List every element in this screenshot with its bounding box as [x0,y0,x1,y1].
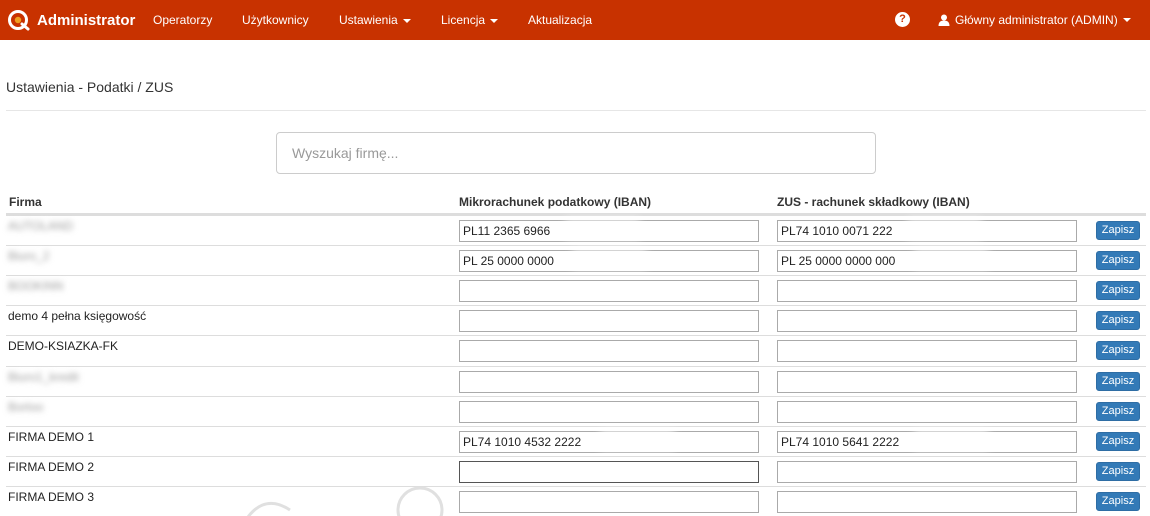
nav-uzytkownicy[interactable]: Użytkownicy [242,0,309,40]
table-row: Biuro_2 Zapisz [6,245,1146,275]
iban-tax-input[interactable] [459,310,759,332]
firma-name: demo 4 pełna księgowość [8,309,147,323]
firma-name: FIRMA DEMO 1 [8,430,95,444]
iban-tax-input[interactable] [459,371,759,393]
save-button[interactable]: Zapisz [1096,432,1140,451]
table-row: Bortoo Zapisz [6,396,1146,426]
save-button[interactable]: Zapisz [1096,372,1140,391]
save-button[interactable]: Zapisz [1096,281,1140,300]
watermark-graphic [246,486,444,516]
iban-tax-input[interactable] [459,461,759,483]
redaction-mask [914,249,989,269]
save-button[interactable]: Zapisz [1096,221,1140,240]
table-row: FIRMA DEMO 2 Zapisz [6,456,1146,486]
firma-name: BOOKINN [8,279,64,293]
user-name: Główny administrator (ADMIN) [955,13,1118,27]
page-title: Ustawienia - Podatki / ZUS [6,79,174,95]
search-input[interactable] [276,132,876,174]
redaction-mask [565,219,640,239]
save-button[interactable]: Zapisz [1096,251,1140,270]
redaction-mask [572,249,647,269]
iban-zus-input[interactable] [777,280,1077,302]
caret-down-icon [1122,18,1131,22]
brand-title: Administrator [37,11,136,29]
caret-down-icon [490,18,499,23]
question-circle-icon[interactable]: ? [895,12,910,27]
firma-name: Bortoo [8,400,44,414]
save-button[interactable]: Zapisz [1096,341,1140,360]
header-iban-zus: ZUS - rachunek składkowy (IBAN) [777,195,970,209]
table-row: demo 4 pełna księgowość Zapisz [6,305,1146,335]
iban-zus-input[interactable] [777,491,1077,513]
firma-name: Biuro1_kredit [8,370,79,384]
table-row: AUTOLAND Zapisz [6,215,1146,245]
divider [6,110,1146,111]
table-row: DEMO-KSIAZKA-FK Zapisz [6,335,1146,365]
iban-zus-input[interactable] [777,340,1077,362]
iban-zus-input[interactable] [777,461,1077,483]
save-button[interactable]: Zapisz [1096,492,1140,511]
header-firma: Firma [9,195,42,209]
iban-zus-input[interactable] [777,310,1077,332]
iban-zus-input[interactable] [777,371,1077,393]
firma-name: FIRMA DEMO 3 [8,490,95,504]
logo-icon [8,10,30,31]
iban-tax-input[interactable] [459,491,759,513]
nav-licencja[interactable]: Licencja [441,0,499,40]
nav-ustawienia[interactable]: Ustawienia [339,0,411,40]
header-iban-tax: Mikrorachunek podatkowy (IBAN) [459,195,652,209]
save-button[interactable]: Zapisz [1096,311,1140,330]
iban-tax-input[interactable] [459,340,759,362]
caret-down-icon [402,18,411,23]
firma-name: Biuro_2 [8,249,50,263]
iban-zus-input[interactable] [777,401,1077,423]
table-row: Biuro1_kredit Zapisz [6,366,1146,396]
save-button[interactable]: Zapisz [1096,462,1140,481]
brand[interactable]: Administrator [8,0,135,40]
firma-name: AUTOLAND [8,219,74,233]
redaction-mask [907,219,982,239]
table-row: FIRMA DEMO 1 Zapisz [6,426,1146,456]
save-button[interactable]: Zapisz [1096,402,1140,421]
nav-operatorzy[interactable]: Operatorzy [153,0,212,40]
top-navbar: Administrator Operatorzy Użytkownicy Ust… [0,0,1150,40]
nav-aktualizacja[interactable]: Aktualizacja [528,0,592,40]
iban-tax-input[interactable] [459,401,759,423]
iban-tax-input[interactable] [459,280,759,302]
user-menu[interactable]: Główny administrator (ADMIN) [938,0,1131,40]
firma-name: DEMO-KSIAZKA-FK [8,339,119,353]
redaction-mask [914,430,989,450]
table-row: BOOKINN Zapisz [6,275,1146,305]
redaction-mask [600,430,675,450]
user-icon [938,14,950,26]
table-row: FIRMA DEMO 3 Zapisz [6,486,1146,516]
firma-name: FIRMA DEMO 2 [8,460,95,474]
